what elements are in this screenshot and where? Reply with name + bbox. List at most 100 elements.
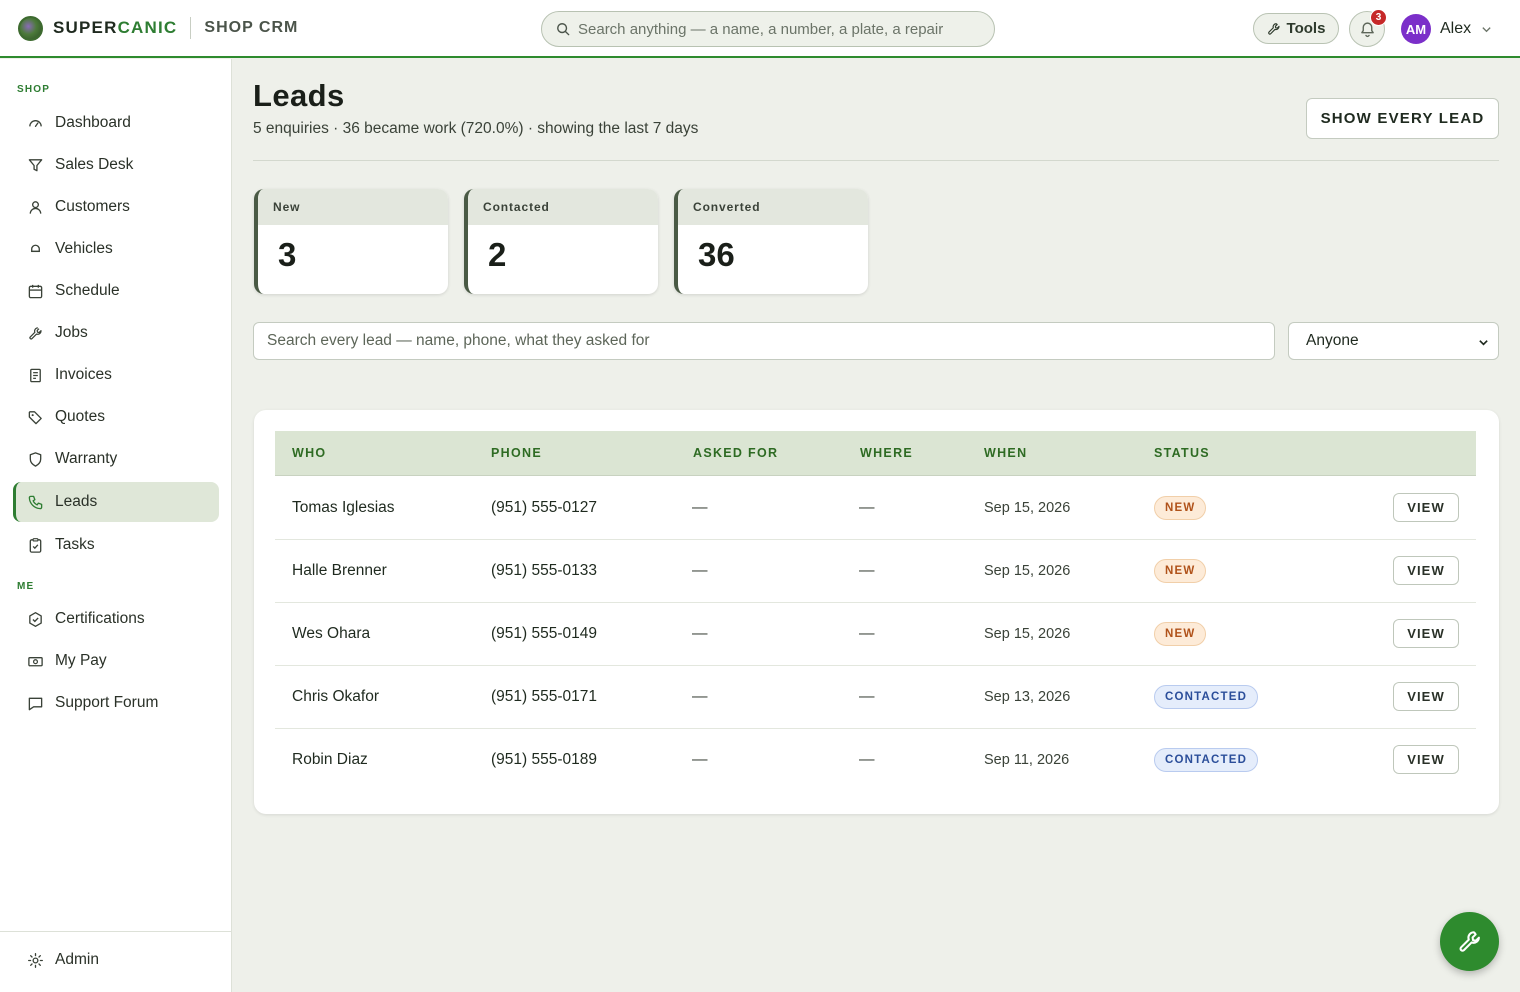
brand-logo-icon: [18, 15, 43, 41]
phone-icon: [28, 495, 43, 509]
chevron-down-icon: [1482, 26, 1491, 32]
owner-select-value: Anyone: [1306, 332, 1359, 349]
lead-phone: (951) 555-0127: [491, 499, 597, 516]
header-divider: [253, 160, 1499, 161]
sidebar-item-quotes[interactable]: Quotes: [13, 397, 219, 437]
cash-icon: [28, 656, 43, 666]
sidebar-item-dashboard[interactable]: Dashboard: [13, 103, 219, 143]
view-button[interactable]: VIEW: [1393, 493, 1459, 522]
sidebar-divider: [0, 931, 231, 932]
sidebar-item-label: Tasks: [55, 536, 95, 553]
page-title: Leads: [253, 78, 345, 113]
tools-label: Tools: [1286, 20, 1326, 37]
page-subtitle: 5 enquiries · 36 became work (720.0%) · …: [253, 120, 699, 137]
view-button[interactable]: VIEW: [1393, 556, 1459, 585]
tools-button[interactable]: Tools: [1253, 13, 1339, 44]
user-menu[interactable]: AM Alex: [1401, 14, 1492, 44]
table-header: WHO PHONE ASKED FOR WHERE WHEN STATUS: [275, 431, 1476, 476]
stat-card-converted[interactable]: Converted 36: [674, 189, 868, 294]
sidebar-item-label: Vehicles: [55, 240, 113, 257]
sidebar-item-label: Sales Desk: [55, 156, 134, 173]
car-icon: [31, 244, 40, 252]
column-header-where[interactable]: WHERE: [860, 446, 913, 460]
owner-select[interactable]: Anyone: [1288, 322, 1499, 360]
column-header-when[interactable]: WHEN: [984, 446, 1027, 460]
sidebar-item-leads[interactable]: Leads: [13, 482, 219, 522]
table-row[interactable]: Halle Brenner (951) 555-0133 — — Sep 15,…: [275, 540, 1476, 603]
avatar: AM: [1401, 14, 1431, 44]
sidebar-item-label: Customers: [55, 198, 130, 215]
lead-search-input[interactable]: [253, 322, 1275, 360]
stat-label: Converted: [678, 189, 868, 225]
sidebar-item-label: Schedule: [55, 282, 120, 299]
table-row[interactable]: Robin Diaz (951) 555-0189 — — Sep 11, 20…: [275, 729, 1476, 792]
status-badge: CONTACTED: [1154, 685, 1259, 709]
lead-phone: (951) 555-0149: [491, 625, 597, 642]
sidebar-item-sales-desk[interactable]: Sales Desk: [13, 145, 219, 185]
lead-asked-for: —: [692, 562, 708, 579]
lead-asked-for: —: [692, 499, 708, 516]
view-button[interactable]: VIEW: [1393, 682, 1459, 711]
sidebar-item-label: My Pay: [55, 652, 107, 669]
stat-card-contacted[interactable]: Contacted 2: [464, 189, 658, 294]
quick-tools-fab[interactable]: [1440, 912, 1499, 971]
sidebar-item-support-forum[interactable]: Support Forum: [13, 683, 219, 723]
sidebar-item-customers[interactable]: Customers: [13, 187, 219, 227]
lead-name: Tomas Iglesias: [292, 499, 395, 516]
lead-name: Halle Brenner: [292, 562, 387, 579]
lead-phone: (951) 555-0189: [491, 751, 597, 768]
column-header-phone[interactable]: PHONE: [491, 446, 542, 460]
brand-subtitle: SHOP CRM: [204, 19, 299, 36]
search-icon: [557, 23, 570, 36]
sidebar-item-my-pay[interactable]: My Pay: [13, 641, 219, 681]
lead-asked-for: —: [692, 625, 708, 642]
sidebar-item-vehicles[interactable]: Vehicles: [13, 229, 219, 269]
sidebar-item-label: Admin: [55, 951, 99, 968]
sidebar-item-tasks[interactable]: Tasks: [13, 525, 219, 565]
stat-value: 36: [698, 236, 735, 273]
badge-icon: [29, 611, 42, 627]
show-every-lead-button[interactable]: SHOW EVERY LEAD: [1306, 98, 1499, 139]
sidebar-item-warranty[interactable]: Warranty: [13, 439, 219, 479]
sidebar-item-admin[interactable]: Admin: [13, 940, 219, 980]
lead-name: Chris Okafor: [292, 688, 379, 705]
column-header-who[interactable]: WHO: [292, 446, 326, 460]
chat-icon: [28, 697, 43, 710]
lead-where: —: [859, 562, 875, 579]
sidebar-item-schedule[interactable]: Schedule: [13, 271, 219, 311]
table-row[interactable]: Wes Ohara (951) 555-0149 — — Sep 15, 202…: [275, 603, 1476, 666]
sidebar: SHOP Dashboard Sales Desk Customers Vehi…: [0, 59, 232, 992]
user-name: Alex: [1440, 20, 1472, 37]
stat-label: New: [258, 189, 448, 225]
lead-asked-for: —: [692, 751, 708, 768]
sidebar-item-certifications[interactable]: Certifications: [13, 599, 219, 639]
stat-card-new[interactable]: New 3: [254, 189, 448, 294]
brand-divider: [190, 17, 192, 39]
sidebar-item-label: Jobs: [55, 324, 88, 341]
global-search[interactable]: [541, 11, 995, 47]
lead-asked-for: —: [692, 688, 708, 705]
lead-name: Wes Ohara: [292, 625, 371, 642]
global-search-input[interactable]: [578, 20, 978, 38]
chevron-down-icon: [1479, 340, 1488, 346]
funnel-icon: [28, 158, 43, 171]
brand[interactable]: SUPERCANIC SHOP CRM: [0, 15, 299, 41]
lead-phone: (951) 555-0171: [491, 688, 597, 705]
view-button[interactable]: VIEW: [1393, 745, 1459, 774]
table-row[interactable]: Chris Okafor (951) 555-0171 — — Sep 13, …: [275, 666, 1476, 729]
view-button[interactable]: VIEW: [1393, 619, 1459, 648]
status-badge: CONTACTED: [1154, 748, 1259, 772]
shield-icon: [29, 451, 42, 467]
leads-table-card: WHO PHONE ASKED FOR WHERE WHEN STATUS To…: [254, 410, 1499, 814]
lead-when: Sep 11, 2026: [984, 752, 1070, 768]
table-row[interactable]: Tomas Iglesias (951) 555-0127 — — Sep 15…: [275, 477, 1476, 540]
sidebar-item-label: Certifications: [55, 610, 145, 627]
column-header-asked-for[interactable]: ASKED FOR: [693, 446, 778, 460]
sidebar-item-jobs[interactable]: Jobs: [13, 313, 219, 353]
column-header-status[interactable]: STATUS: [1154, 446, 1210, 460]
lead-when: Sep 13, 2026: [984, 689, 1071, 705]
status-badge: NEW: [1154, 622, 1207, 646]
sidebar-item-label: Quotes: [55, 408, 105, 425]
sidebar-item-invoices[interactable]: Invoices: [13, 355, 219, 395]
lead-when: Sep 15, 2026: [984, 500, 1071, 516]
